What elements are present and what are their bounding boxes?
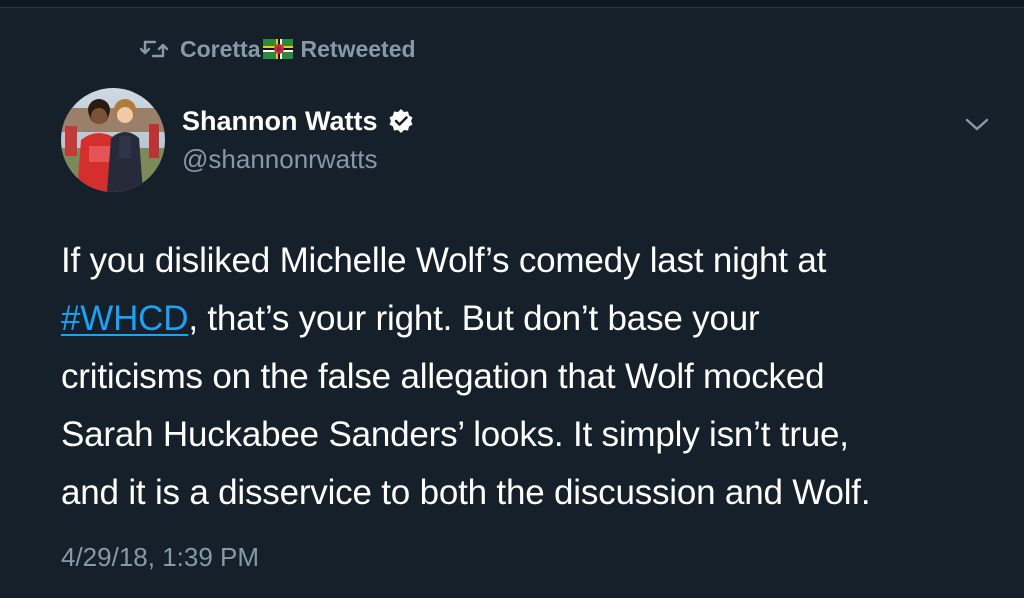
top-divider <box>0 0 1024 8</box>
author-info[interactable]: Shannon Watts @shannonrwatts <box>182 104 414 176</box>
retweeter-name[interactable]: Coretta <box>180 36 261 63</box>
dominica-flag-icon <box>262 39 293 59</box>
tweet-line: #WHCD, that’s your right. But don’t base… <box>61 290 981 348</box>
hashtag-link[interactable]: #WHCD <box>61 299 189 338</box>
retweeted-label: Retweeted <box>300 35 416 62</box>
retweet-context[interactable]: Coretta Retweeted <box>140 34 416 64</box>
tweet-line-text: , that’s your right. But don’t base your <box>188 299 760 338</box>
verified-badge-icon <box>389 109 412 133</box>
author-handle[interactable]: @shannonrwatts <box>182 142 414 176</box>
chevron-down-icon[interactable] <box>964 114 990 134</box>
retweet-icon <box>140 40 168 58</box>
author-display-name[interactable]: Shannon Watts <box>182 104 414 138</box>
tweet-timestamp[interactable]: 4/29/18, 1:39 PM <box>61 542 259 573</box>
tweet-line: If you disliked Michelle Wolf’s comedy l… <box>61 241 827 280</box>
tweet-body: If you disliked Michelle Wolf’s comedy l… <box>61 232 981 522</box>
tweet-line: criticisms on the false allegation that … <box>61 357 825 396</box>
tweet-line: and it is a disservice to both the discu… <box>61 473 871 512</box>
tweet-line: Sarah Huckabee Sanders’ looks. It simply… <box>61 415 849 454</box>
author-name-text[interactable]: Shannon Watts <box>182 106 378 137</box>
avatar[interactable] <box>61 88 165 192</box>
